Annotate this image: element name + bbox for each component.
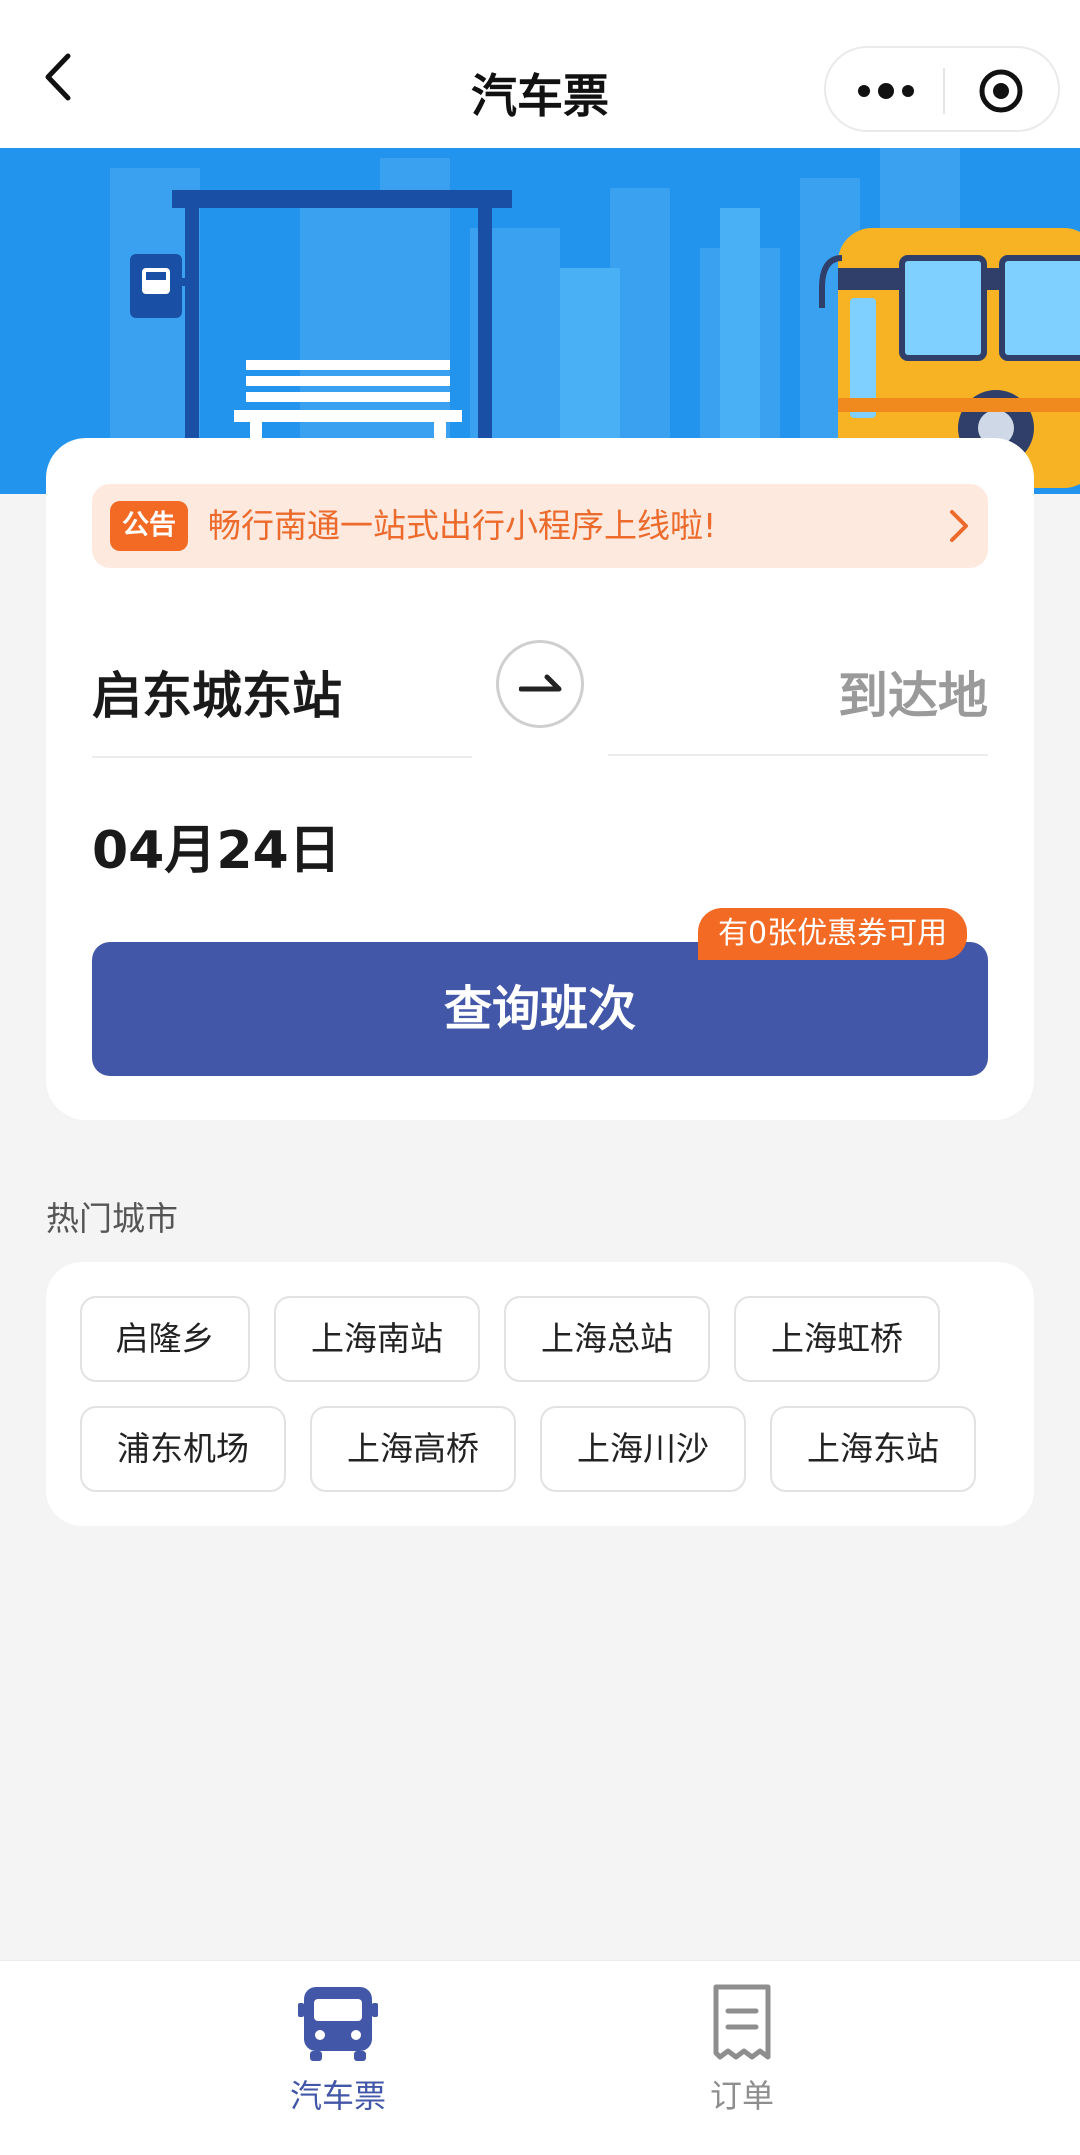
query-schedules-button[interactable]: 查询班次: [92, 942, 988, 1076]
city-chip[interactable]: 上海川沙: [540, 1406, 746, 1492]
receipt-icon: [713, 1984, 771, 2060]
hot-cities-card: 启隆乡 上海南站 上海总站 上海虹桥 浦东机场 上海高桥 上海川沙 上海东站: [46, 1262, 1034, 1526]
bus-icon: [298, 1987, 378, 2061]
swap-arrow-icon: [519, 674, 562, 692]
close-mini-program-button[interactable]: [978, 68, 1024, 114]
mini-program-capsule: [824, 46, 1060, 132]
announcement-tag: 公告: [110, 501, 188, 551]
swap-stations-button[interactable]: [496, 640, 584, 728]
tab-label: 汽车票: [289, 2077, 386, 2115]
more-button[interactable]: [856, 76, 916, 106]
announcement-bar[interactable]: 公告 畅行南通一站式出行小程序上线啦!: [92, 484, 988, 568]
navigation-bar: 汽车票: [0, 0, 1080, 148]
departure-station[interactable]: 启东城东站: [92, 656, 342, 728]
bottom-tab-bar: 汽车票 订单: [0, 1960, 1080, 2155]
departure-underline: [92, 756, 472, 758]
city-chip[interactable]: 上海总站: [504, 1296, 710, 1382]
target-circle-icon: [979, 69, 1023, 113]
capsule-divider: [943, 68, 945, 114]
more-dots-icon: [858, 83, 914, 99]
coupon-badge: 有0张优惠券可用: [698, 908, 968, 960]
city-chip[interactable]: 上海虹桥: [734, 1296, 940, 1382]
hot-cities-title: 热门城市: [46, 1199, 178, 1238]
city-chip[interactable]: 启隆乡: [80, 1296, 250, 1382]
arrival-station[interactable]: 到达地: [838, 656, 988, 728]
departure-date[interactable]: 04月24日: [92, 808, 341, 883]
tab-orders[interactable]: 订单: [632, 1981, 852, 2117]
city-chip[interactable]: 上海东站: [770, 1406, 976, 1492]
announcement-text: 畅行南通一站式出行小程序上线啦!: [208, 506, 717, 545]
search-card: 公告 畅行南通一站式出行小程序上线啦! 启东城东站 到达地 04月24日 查询班…: [46, 438, 1034, 1120]
city-chip[interactable]: 上海南站: [274, 1296, 480, 1382]
arrival-underline: [608, 754, 988, 756]
city-chip[interactable]: 浦东机场: [80, 1406, 286, 1492]
tab-label: 订单: [709, 2077, 774, 2115]
chevron-right-icon: [944, 508, 974, 544]
tab-bus-ticket[interactable]: 汽车票: [228, 1981, 448, 2117]
city-chip[interactable]: 上海高桥: [310, 1406, 516, 1492]
